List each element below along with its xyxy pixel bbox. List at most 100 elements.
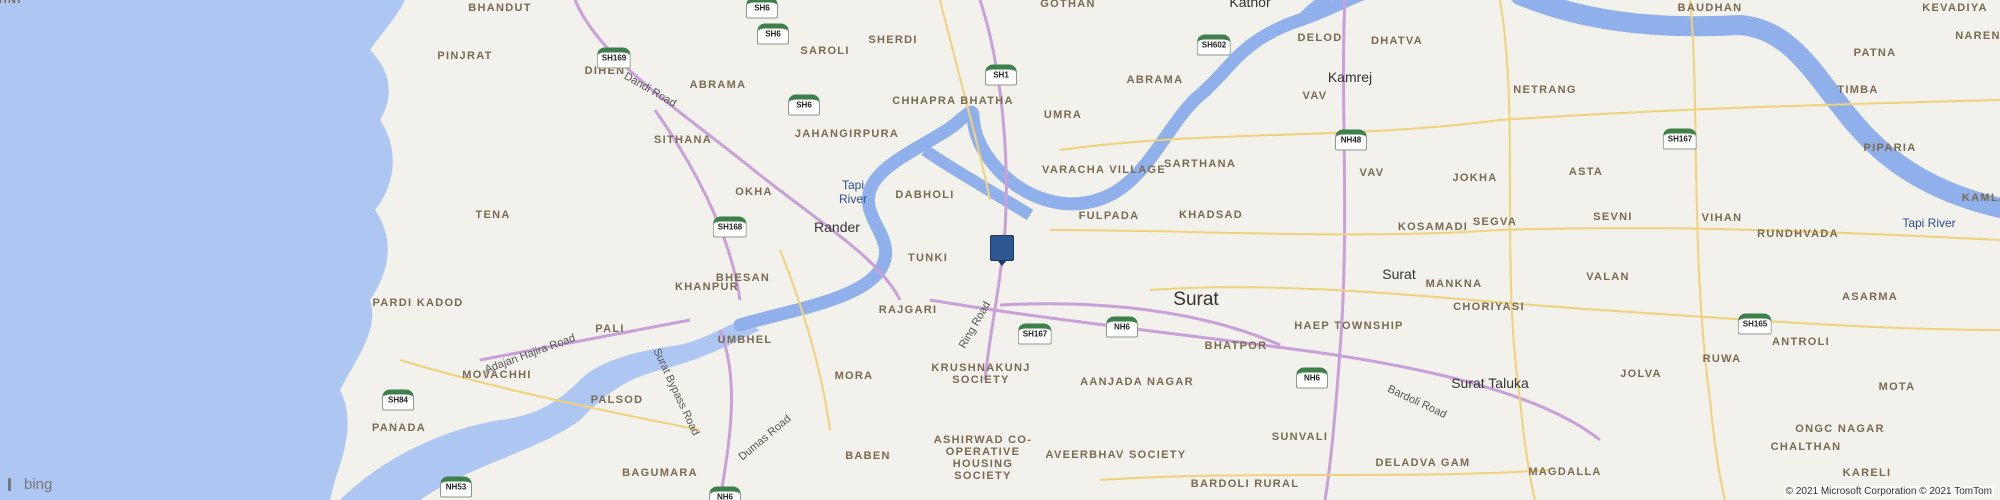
place-label: TIMBA bbox=[1837, 84, 1879, 96]
place-label: CHHAPRA BHATHA bbox=[892, 95, 1014, 107]
place-label: ONGC NAGAR bbox=[1795, 423, 1885, 435]
place-label: PANADA bbox=[371, 422, 427, 434]
place-label: PARDI KADOD bbox=[372, 297, 464, 309]
local-roads bbox=[399, 0, 2000, 500]
place-label: RUWA bbox=[1702, 353, 1742, 365]
place-label: BAGUMARA bbox=[622, 467, 698, 479]
place-label: KRUSHNAKUNJ SOCIETY bbox=[931, 362, 1031, 386]
place-label: VALAN bbox=[1586, 271, 1630, 283]
route-shield: SH168 bbox=[712, 216, 748, 238]
route-shield: NH6 bbox=[709, 486, 741, 500]
place-label: AANJADA NAGAR bbox=[1080, 376, 1194, 388]
tapi-river-east bbox=[1511, 0, 2000, 219]
place-label: MANKNA bbox=[1425, 278, 1483, 290]
place-label: PATNA bbox=[1853, 47, 1897, 59]
route-shield: SH602 bbox=[1196, 34, 1232, 56]
place-label: PIPARIA bbox=[1863, 142, 1917, 154]
route-shield: SH6 bbox=[757, 23, 789, 45]
route-shield: SH6 bbox=[746, 0, 778, 19]
place-label: SITHANA bbox=[654, 134, 712, 146]
place-label: KARELI bbox=[1842, 467, 1892, 479]
place-label: RAJGARI bbox=[878, 304, 938, 316]
place-label: DELADVA GAM bbox=[1375, 457, 1471, 469]
river-label: Tapi River bbox=[1902, 216, 1956, 230]
place-label: ASARMA bbox=[1841, 291, 1899, 303]
place-label: MOTA bbox=[1878, 381, 1916, 393]
route-shield: NH53 bbox=[440, 476, 472, 498]
place-label: JOKHA bbox=[1452, 172, 1498, 184]
route-shield: SH169 bbox=[596, 47, 632, 69]
place-label: UMBHEL bbox=[717, 334, 773, 346]
place-label: NETRANG bbox=[1513, 84, 1577, 96]
route-shield: SH6 bbox=[788, 94, 820, 116]
place-label: Surat bbox=[1382, 266, 1416, 282]
place-label: Surat Taluka bbox=[1451, 375, 1529, 391]
place-label: CHORIYASI bbox=[1453, 301, 1525, 313]
place-label: DHATVA bbox=[1371, 35, 1423, 47]
place-label: ASHIRWAD CO-OPERATIVE HOUSING SOCIETY bbox=[933, 434, 1033, 482]
place-label: KHANPUR bbox=[674, 281, 740, 293]
route-shield: SH1 bbox=[985, 64, 1017, 86]
place-label: Rander bbox=[814, 219, 860, 235]
place-label: SHERDI bbox=[868, 34, 918, 46]
map-canvas[interactable]: BHANDUT GOTHAN Kathor BAUDHAN KEVADIYA PINJRA… bbox=[0, 0, 2000, 500]
place-label: ABRAMA bbox=[689, 79, 747, 91]
place-label: KEVADIYA bbox=[1922, 2, 1988, 14]
place-label: AVEERBHAV SOCIETY bbox=[1045, 449, 1187, 461]
copyright-notice: © 2021 Microsoft Corporation © 2021 TomT… bbox=[1783, 486, 1994, 497]
bing-wordmark: bing bbox=[24, 476, 53, 493]
place-label: GOTHAN bbox=[1040, 0, 1096, 10]
place-label: MOHNI bbox=[0, 0, 22, 6]
place-label: KOSAMADI bbox=[1397, 221, 1469, 233]
place-label: NAREN bbox=[1955, 30, 2000, 42]
place-label: PALI bbox=[595, 323, 625, 335]
route-shield: SH167 bbox=[1662, 128, 1698, 150]
route-shield: SH167 bbox=[1017, 323, 1053, 345]
sea-water bbox=[0, 0, 405, 500]
route-shield: SH84 bbox=[382, 389, 414, 411]
place-label: SARTHANA bbox=[1163, 158, 1237, 170]
place-label: TENA bbox=[475, 209, 511, 221]
place-label: DABHOLI bbox=[895, 189, 955, 201]
place-label: ANTROLI bbox=[1772, 336, 1830, 348]
place-label: TUNKI bbox=[907, 252, 949, 264]
place-label: BABEN bbox=[845, 450, 891, 462]
place-label: BHANDUT bbox=[468, 2, 532, 14]
place-label: HAEP TOWNSHIP bbox=[1294, 320, 1404, 332]
route-shield: NH6 bbox=[1296, 367, 1328, 389]
bing-b-icon bbox=[8, 478, 20, 491]
place-label: VARACHA VILLAGE bbox=[1042, 164, 1166, 176]
place-label: CHALTHAN bbox=[1770, 441, 1842, 453]
place-label: KHADSAD bbox=[1178, 209, 1244, 221]
place-label: MAGDALLA bbox=[1528, 466, 1602, 478]
place-label: VAV bbox=[1302, 90, 1328, 102]
place-label: RUNDHVADA bbox=[1757, 228, 1839, 240]
route-shield: NH6 bbox=[1106, 316, 1138, 338]
location-pin-icon[interactable] bbox=[990, 235, 1014, 266]
place-label: SAROLI bbox=[800, 45, 850, 57]
river-label: Tapi River bbox=[838, 178, 867, 206]
place-label: JAHANGIRPURA bbox=[794, 128, 900, 140]
place-label: OKHA bbox=[735, 186, 773, 198]
place-label: ABRAMA bbox=[1126, 74, 1184, 86]
bing-logo[interactable]: bing bbox=[8, 476, 52, 493]
place-label: VIHAN bbox=[1701, 212, 1743, 224]
place-label: PALSOD bbox=[590, 394, 644, 406]
place-label: KAMLA bbox=[1961, 192, 2000, 204]
place-label: SUNVALI bbox=[1271, 431, 1329, 443]
place-label: SEGVA bbox=[1472, 216, 1518, 228]
route-shield: NH48 bbox=[1335, 129, 1367, 151]
place-label: ASTA bbox=[1568, 166, 1604, 178]
place-label: VAV bbox=[1359, 167, 1385, 179]
route-shield: SH165 bbox=[1737, 313, 1773, 335]
place-label: Kamrej bbox=[1327, 69, 1373, 85]
place-label: FULPADA bbox=[1078, 210, 1140, 222]
place-label: MORA bbox=[834, 370, 874, 382]
place-label: Surat bbox=[1173, 289, 1219, 310]
place-label: PINJRAT bbox=[437, 50, 493, 62]
place-label: SEVNI bbox=[1593, 211, 1633, 223]
place-label: UMRA bbox=[1043, 109, 1083, 121]
place-label: BHATPOR bbox=[1204, 340, 1268, 352]
place-label: DELOD bbox=[1297, 32, 1343, 44]
major-roads bbox=[479, 0, 1601, 500]
